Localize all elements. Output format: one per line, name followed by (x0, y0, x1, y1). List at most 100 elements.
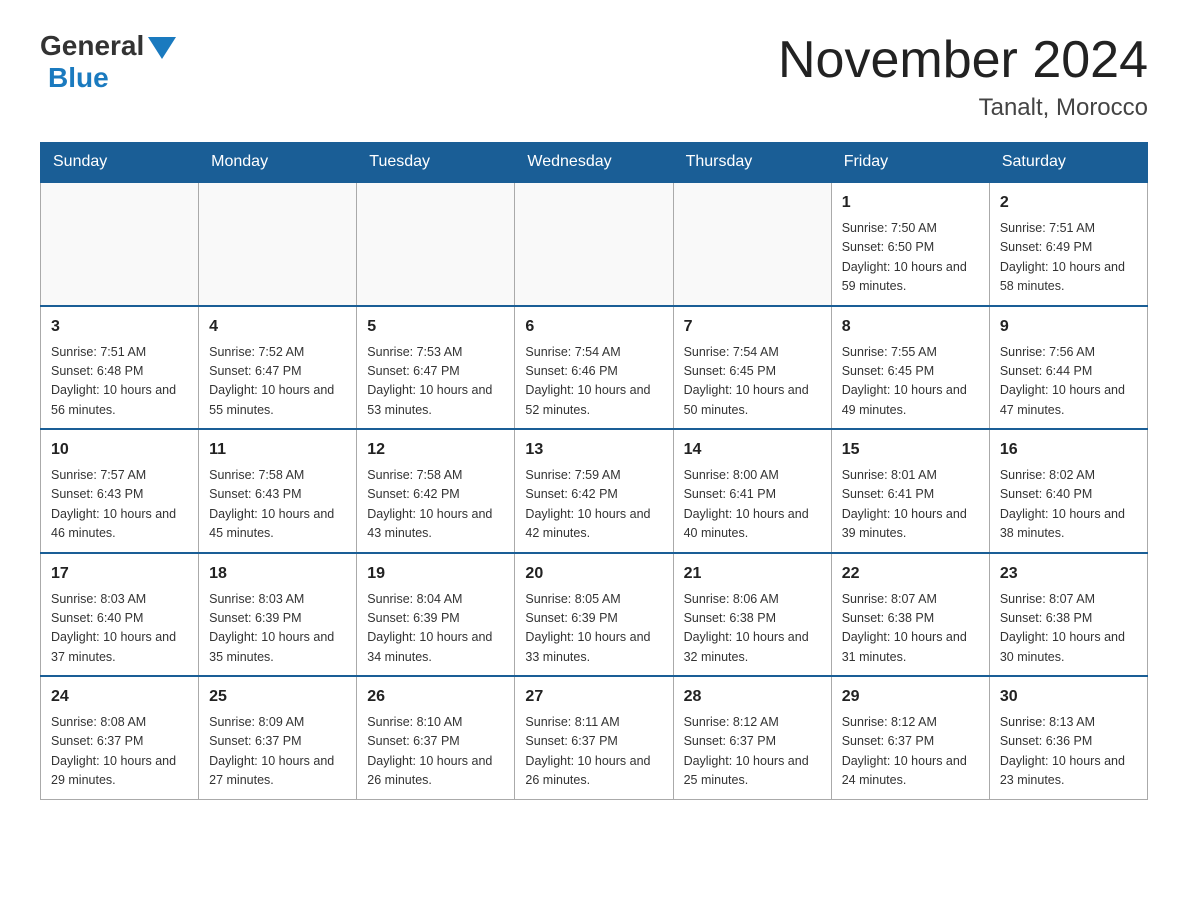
logo-general-text: General (40, 30, 144, 62)
calendar-cell: 10 Sunrise: 7:57 AM Sunset: 6:43 PM Dayli… (41, 429, 199, 553)
calendar-cell (357, 182, 515, 306)
calendar-cell: 13 Sunrise: 7:59 AM Sunset: 6:42 PM Dayli… (515, 429, 673, 553)
calendar-cell: 4Sunrise: 7:52 AM Sunset: 6:47 PM Daylig… (199, 306, 357, 430)
day-info: Sunrise: 8:07 AM Sunset: 6:38 PM Dayligh… (842, 590, 979, 668)
day-info: Sunrise: 7:54 AM Sunset: 6:45 PM Dayligh… (684, 343, 821, 421)
day-number: 16 (1000, 438, 1137, 462)
calendar-cell: 29Sunrise: 8:12 AM Sunset: 6:37 PM Dayli… (831, 676, 989, 799)
day-number: 20 (525, 562, 662, 586)
day-number: 27 (525, 685, 662, 709)
logo-blue-text: Blue (48, 62, 109, 94)
day-number: 7 (684, 315, 821, 339)
month-title: November 2024 (778, 30, 1148, 90)
calendar-cell: 26 Sunrise: 8:10 AM Sunset: 6:37 PM Dayli… (357, 676, 515, 799)
day-info: Sunrise: 8:05 AM Sunset: 6:39 PM Dayligh… (525, 590, 662, 668)
day-number: 18 (209, 562, 346, 586)
calendar-week-row: 1 Sunrise: 7:50 AM Sunset: 6:50 PM Daylig… (41, 182, 1148, 306)
day-number: 23 (1000, 562, 1137, 586)
day-number: 9 (1000, 315, 1137, 339)
location-title: Tanalt, Morocco (778, 94, 1148, 122)
day-number: 12 (367, 438, 504, 462)
calendar-cell: 28Sunrise: 8:12 AM Sunset: 6:37 PM Dayli… (673, 676, 831, 799)
day-info: Sunrise: 7:59 AM Sunset: 6:42 PM Dayligh… (525, 466, 662, 544)
day-number: 10 (51, 438, 188, 462)
calendar-cell: 14 Sunrise: 8:00 AM Sunset: 6:41 PM Dayli… (673, 429, 831, 553)
calendar-cell: 21 Sunrise: 8:06 AM Sunset: 6:38 PM Dayli… (673, 553, 831, 677)
day-info: Sunrise: 8:07 AM Sunset: 6:38 PM Dayligh… (1000, 590, 1137, 668)
day-info: Sunrise: 8:10 AM Sunset: 6:37 PM Dayligh… (367, 713, 504, 791)
day-info: Sunrise: 7:54 AM Sunset: 6:46 PM Dayligh… (525, 343, 662, 421)
calendar-cell: 1 Sunrise: 7:50 AM Sunset: 6:50 PM Daylig… (831, 182, 989, 306)
day-info: Sunrise: 7:57 AM Sunset: 6:43 PM Dayligh… (51, 466, 188, 544)
day-info: Sunrise: 7:51 AM Sunset: 6:49 PM Dayligh… (1000, 219, 1137, 297)
day-info: Sunrise: 7:53 AM Sunset: 6:47 PM Dayligh… (367, 343, 504, 421)
day-number: 3 (51, 315, 188, 339)
day-info: Sunrise: 7:51 AM Sunset: 6:48 PM Dayligh… (51, 343, 188, 421)
calendar-cell: 2 Sunrise: 7:51 AM Sunset: 6:49 PM Daylig… (989, 182, 1147, 306)
day-info: Sunrise: 7:58 AM Sunset: 6:43 PM Dayligh… (209, 466, 346, 544)
day-number: 8 (842, 315, 979, 339)
calendar-week-row: 17 Sunrise: 8:03 AM Sunset: 6:40 PM Dayli… (41, 553, 1148, 677)
calendar-cell: 24 Sunrise: 8:08 AM Sunset: 6:37 PM Dayli… (41, 676, 199, 799)
day-number: 30 (1000, 685, 1137, 709)
day-number: 26 (367, 685, 504, 709)
day-number: 13 (525, 438, 662, 462)
logo-triangle-icon (148, 37, 176, 59)
day-info: Sunrise: 7:50 AM Sunset: 6:50 PM Dayligh… (842, 219, 979, 297)
calendar-cell: 30 Sunrise: 8:13 AM Sunset: 6:36 PM Dayli… (989, 676, 1147, 799)
day-info: Sunrise: 8:06 AM Sunset: 6:38 PM Dayligh… (684, 590, 821, 668)
calendar-day-header-monday: Monday (199, 143, 357, 183)
day-number: 24 (51, 685, 188, 709)
day-number: 22 (842, 562, 979, 586)
calendar-cell (515, 182, 673, 306)
calendar-cell: 11 Sunrise: 7:58 AM Sunset: 6:43 PM Dayli… (199, 429, 357, 553)
day-number: 28 (684, 685, 821, 709)
calendar-cell: 8 Sunrise: 7:55 AM Sunset: 6:45 PM Daylig… (831, 306, 989, 430)
calendar-cell: 22 Sunrise: 8:07 AM Sunset: 6:38 PM Dayli… (831, 553, 989, 677)
day-info: Sunrise: 7:52 AM Sunset: 6:47 PM Dayligh… (209, 343, 346, 421)
calendar-cell: 23 Sunrise: 8:07 AM Sunset: 6:38 PM Dayli… (989, 553, 1147, 677)
calendar-cell: 27 Sunrise: 8:11 AM Sunset: 6:37 PM Dayli… (515, 676, 673, 799)
calendar-cell: 18Sunrise: 8:03 AM Sunset: 6:39 PM Dayli… (199, 553, 357, 677)
day-info: Sunrise: 8:01 AM Sunset: 6:41 PM Dayligh… (842, 466, 979, 544)
day-info: Sunrise: 8:00 AM Sunset: 6:41 PM Dayligh… (684, 466, 821, 544)
day-info: Sunrise: 8:12 AM Sunset: 6:37 PM Dayligh… (842, 713, 979, 791)
title-block: November 2024 Tanalt, Morocco (778, 30, 1148, 122)
calendar-cell: 9 Sunrise: 7:56 AM Sunset: 6:44 PM Daylig… (989, 306, 1147, 430)
calendar-day-header-thursday: Thursday (673, 143, 831, 183)
calendar-cell: 5Sunrise: 7:53 AM Sunset: 6:47 PM Daylig… (357, 306, 515, 430)
day-info: Sunrise: 7:58 AM Sunset: 6:42 PM Dayligh… (367, 466, 504, 544)
calendar-week-row: 3 Sunrise: 7:51 AM Sunset: 6:48 PM Daylig… (41, 306, 1148, 430)
calendar-cell: 7 Sunrise: 7:54 AM Sunset: 6:45 PM Daylig… (673, 306, 831, 430)
day-info: Sunrise: 8:08 AM Sunset: 6:37 PM Dayligh… (51, 713, 188, 791)
calendar-header-row: SundayMondayTuesdayWednesdayThursdayFrid… (41, 143, 1148, 183)
calendar-cell: 3 Sunrise: 7:51 AM Sunset: 6:48 PM Daylig… (41, 306, 199, 430)
calendar-table: SundayMondayTuesdayWednesdayThursdayFrid… (40, 142, 1148, 800)
calendar-day-header-wednesday: Wednesday (515, 143, 673, 183)
day-number: 19 (367, 562, 504, 586)
calendar-day-header-friday: Friday (831, 143, 989, 183)
day-number: 21 (684, 562, 821, 586)
calendar-cell: 15Sunrise: 8:01 AM Sunset: 6:41 PM Dayli… (831, 429, 989, 553)
day-info: Sunrise: 8:11 AM Sunset: 6:37 PM Dayligh… (525, 713, 662, 791)
calendar-week-row: 24 Sunrise: 8:08 AM Sunset: 6:37 PM Dayli… (41, 676, 1148, 799)
day-info: Sunrise: 8:03 AM Sunset: 6:40 PM Dayligh… (51, 590, 188, 668)
day-number: 25 (209, 685, 346, 709)
day-number: 11 (209, 438, 346, 462)
calendar-cell (673, 182, 831, 306)
day-number: 17 (51, 562, 188, 586)
day-number: 2 (1000, 191, 1137, 215)
day-info: Sunrise: 7:55 AM Sunset: 6:45 PM Dayligh… (842, 343, 979, 421)
calendar-cell: 19 Sunrise: 8:04 AM Sunset: 6:39 PM Dayli… (357, 553, 515, 677)
day-info: Sunrise: 7:56 AM Sunset: 6:44 PM Dayligh… (1000, 343, 1137, 421)
day-number: 1 (842, 191, 979, 215)
day-info: Sunrise: 8:13 AM Sunset: 6:36 PM Dayligh… (1000, 713, 1137, 791)
calendar-cell (199, 182, 357, 306)
calendar-week-row: 10 Sunrise: 7:57 AM Sunset: 6:43 PM Dayli… (41, 429, 1148, 553)
calendar-day-header-tuesday: Tuesday (357, 143, 515, 183)
day-info: Sunrise: 8:04 AM Sunset: 6:39 PM Dayligh… (367, 590, 504, 668)
calendar-day-header-sunday: Sunday (41, 143, 199, 183)
calendar-cell: 6Sunrise: 7:54 AM Sunset: 6:46 PM Daylig… (515, 306, 673, 430)
day-number: 14 (684, 438, 821, 462)
calendar-cell: 17 Sunrise: 8:03 AM Sunset: 6:40 PM Dayli… (41, 553, 199, 677)
